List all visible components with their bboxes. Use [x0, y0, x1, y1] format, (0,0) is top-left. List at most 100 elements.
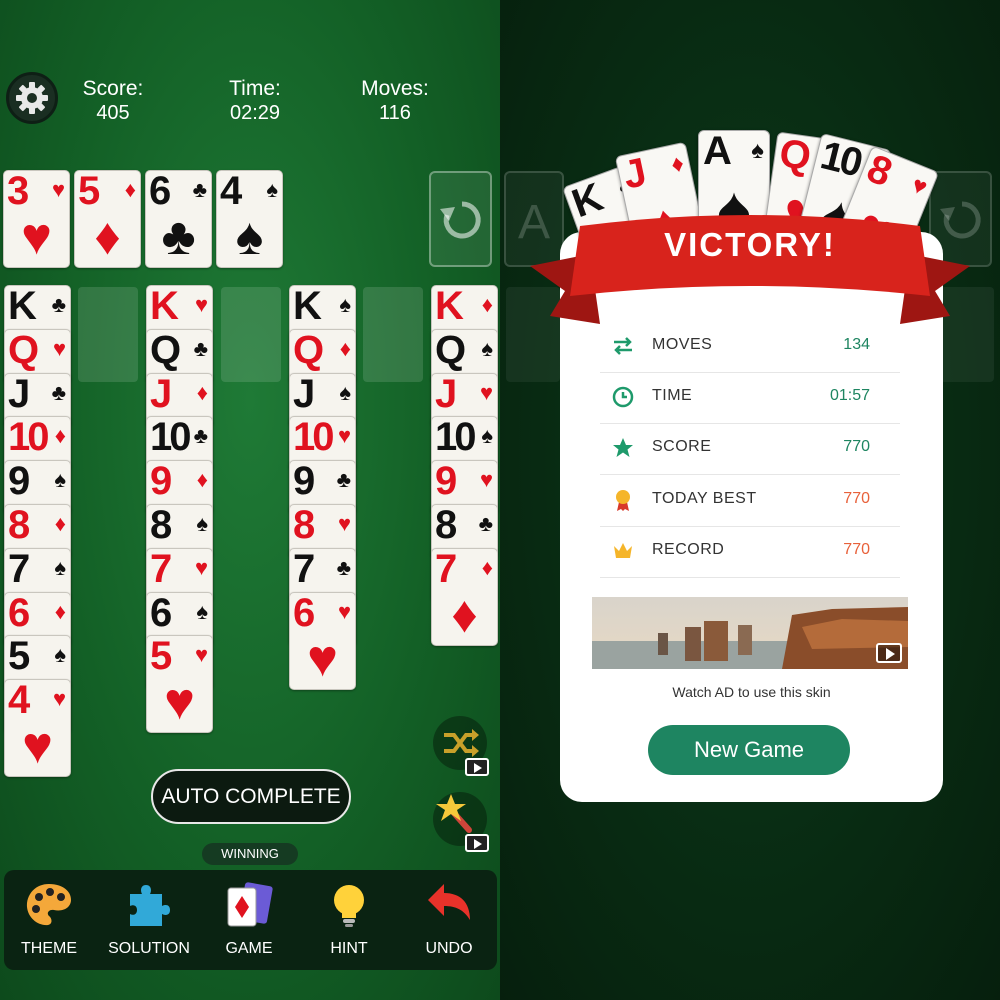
medal-icon: [616, 489, 630, 511]
foundation-card[interactable]: 4 ♠ ♠: [216, 170, 283, 268]
lightbulb-icon: [334, 885, 364, 927]
card-suit-small: ♠: [54, 467, 66, 493]
card-rank: 10: [293, 416, 334, 460]
foundation-card[interactable]: 6 ♣ ♣: [145, 170, 212, 268]
card-rank: J: [435, 372, 457, 416]
empty-tableau-slot[interactable]: [221, 287, 281, 382]
card-suit-small: ♣: [192, 177, 207, 202]
card-rank: Q: [776, 131, 811, 179]
foundation-card[interactable]: 5 ♦ ♦: [74, 170, 141, 268]
empty-tableau-slot[interactable]: [78, 287, 138, 382]
card-suit-small: ♥: [194, 642, 208, 668]
card-suit-large: ♥: [22, 717, 53, 776]
card-suit-small: ♦: [54, 598, 66, 624]
card-suit-small: ♥: [337, 511, 351, 536]
stat-row-score: SCORE 770: [600, 424, 900, 476]
card-suit-small: ♣: [336, 554, 351, 580]
card-suit-large: ♦: [451, 585, 478, 644]
score-label: Score:: [82, 77, 144, 100]
puzzle-icon: [130, 885, 170, 926]
hint-button[interactable]: HINT: [300, 870, 398, 970]
card-rank: A: [703, 130, 732, 173]
new-game-button[interactable]: New Game: [648, 725, 850, 775]
game-button[interactable]: GAME: [200, 870, 298, 970]
magic-wand-button[interactable]: [433, 792, 489, 852]
card-rank: 9: [435, 460, 457, 504]
magic-star-icon: [436, 794, 472, 833]
settings-button[interactable]: [6, 72, 58, 124]
foundation-card[interactable]: 3 ♥ ♥: [3, 170, 70, 268]
card-suit-small: ♣: [193, 335, 208, 361]
recycle-icon: [440, 201, 481, 239]
card-rank: 9: [293, 460, 315, 504]
stat-row-moves: MOVES 134: [600, 322, 900, 373]
winning-badge: WINNING: [202, 843, 298, 865]
stat-label: RECORD: [652, 540, 725, 558]
time-label: Time:: [229, 77, 281, 100]
stat-row-time: TIME 01:57: [600, 373, 900, 425]
stat-label: MOVES: [652, 336, 713, 353]
skin-preview-image[interactable]: [592, 597, 908, 669]
tableau-card[interactable]: 4 ♥ ♥: [4, 679, 71, 778]
card-rank: 10: [435, 416, 476, 460]
card-rank: 8: [150, 504, 172, 547]
card-suit-small: ♠: [751, 137, 764, 164]
stat-label: TIME: [652, 387, 693, 405]
card-suit-small: ♦: [54, 423, 66, 449]
stat-value: 134: [843, 336, 870, 353]
card-rank: 7: [293, 547, 315, 591]
card-suit-small: ♦: [481, 554, 493, 580]
theme-button[interactable]: THEME: [0, 870, 98, 970]
card-suit-small: ♦: [54, 511, 66, 536]
moves-label: Moves:: [361, 77, 429, 100]
solution-label: SOLUTION: [108, 940, 190, 957]
card-suit-large: ♣: [161, 208, 196, 266]
coastal-cliffs-image: [592, 597, 908, 669]
palette-icon: [26, 884, 71, 926]
card-rank: 7: [150, 547, 172, 591]
empty-tableau-slot[interactable]: [363, 287, 423, 382]
solution-button[interactable]: SOLUTION: [100, 870, 198, 970]
card-suit-small: ♠: [54, 642, 66, 668]
tableau-card[interactable]: 6 ♥ ♥: [289, 591, 356, 690]
card-rank: 10: [8, 416, 49, 460]
card-suit-small: ♥: [52, 686, 66, 712]
card-rank: 6: [293, 591, 315, 635]
card-suit-small: ♦: [668, 149, 687, 179]
card-rank: Q: [150, 328, 181, 372]
tableau-card[interactable]: 7 ♦ ♦: [431, 547, 498, 646]
undo-arrow-icon: [428, 884, 470, 920]
card-suit-small: ♦: [196, 467, 208, 493]
undo-button[interactable]: UNDO: [400, 870, 498, 970]
stat-value: 770: [843, 540, 870, 558]
stat-label: SCORE: [652, 438, 712, 456]
card-suit-small: ♥: [337, 423, 351, 449]
stat-value: 770: [843, 489, 870, 507]
victory-title: VICTORY!: [664, 226, 836, 263]
card-suit-small: ♥: [52, 335, 66, 361]
card-rank: 9: [8, 460, 30, 504]
card-suit-small: ♦: [481, 292, 493, 317]
card-rank: K: [150, 285, 179, 328]
card-suit-small: ♠: [266, 177, 278, 202]
card-suit-small: ♠: [196, 511, 208, 536]
card-suit-small: ♦: [196, 379, 208, 405]
undo-label: UNDO: [425, 940, 473, 957]
card-suit-small: ♣: [336, 467, 351, 493]
shuffle-button[interactable]: [433, 716, 489, 776]
stock-recycle-button[interactable]: [429, 171, 492, 267]
stat-value: 01:57: [829, 387, 870, 405]
card-suit-small: ♣: [51, 292, 66, 317]
auto-complete-button[interactable]: AUTO COMPLETE: [151, 769, 351, 824]
score-display: Score: 405: [68, 76, 158, 126]
card-suit-large: ♥: [307, 629, 338, 688]
tableau-card[interactable]: 5 ♥ ♥: [146, 635, 213, 734]
card-rank: J: [619, 150, 648, 198]
card-rank: 8: [435, 504, 457, 547]
star-icon: [613, 438, 633, 458]
stat-label: TODAY BEST: [652, 489, 757, 507]
card-suit-small: ♥: [479, 467, 493, 493]
card-suit-large: ♦: [94, 208, 121, 266]
bottom-toolbar: THEME SOLUTION GAME HINT UNDO: [4, 870, 497, 970]
shuffle-icon: [444, 729, 479, 757]
